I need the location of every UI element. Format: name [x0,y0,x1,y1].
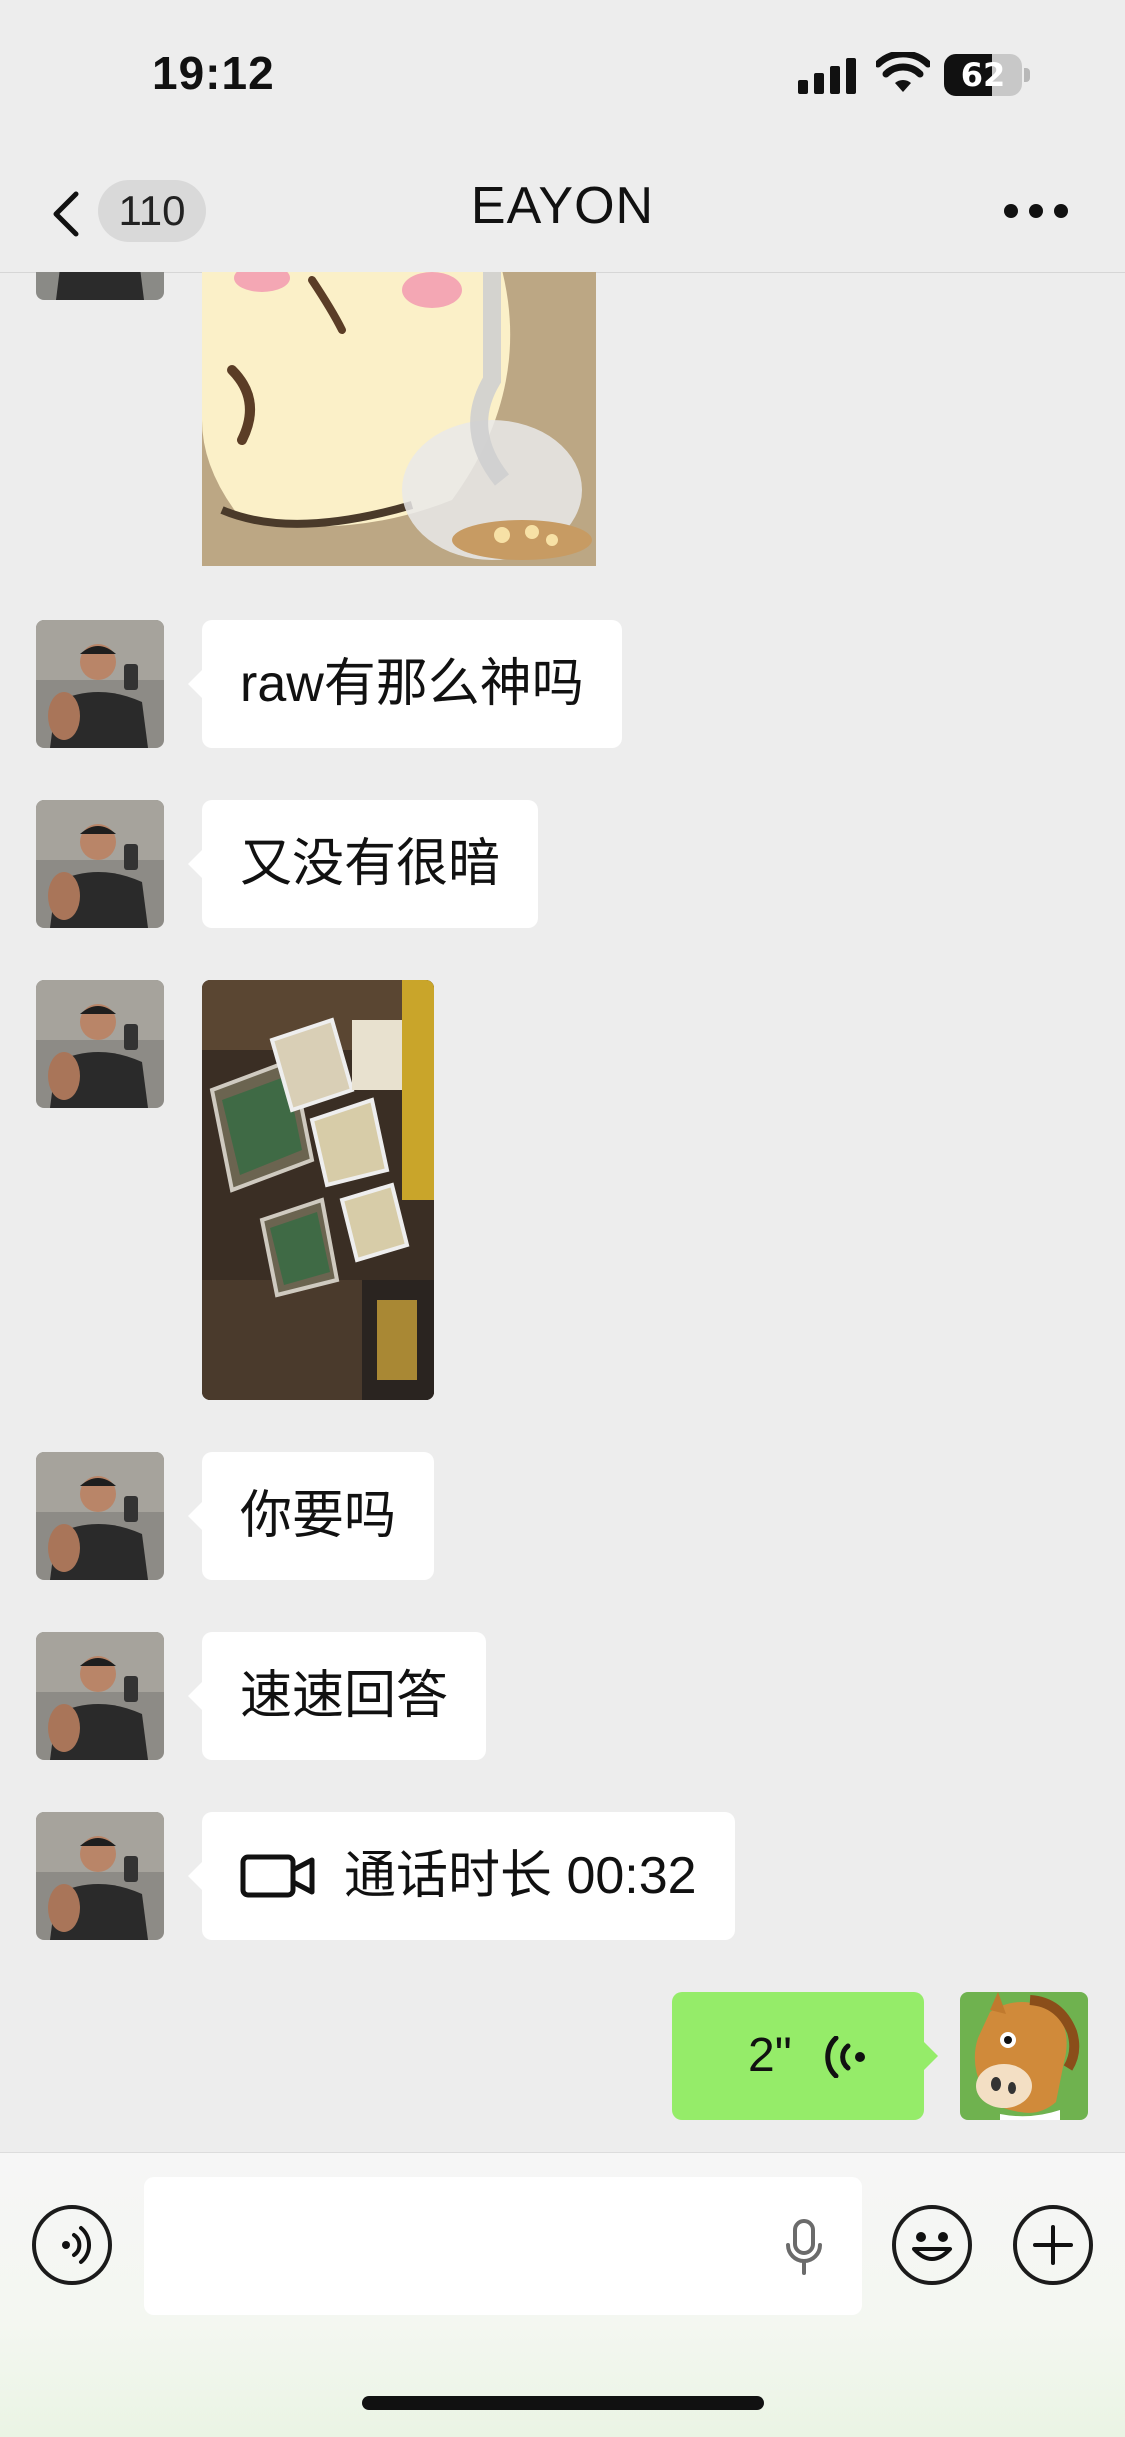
emoji-icon [912,2232,952,2261]
sticker-message[interactable] [202,272,596,566]
message-bubble[interactable]: 速速回答 [187,1632,487,1760]
voice-message-bubble[interactable]: 2" [672,1992,938,2120]
status-time: 19:12 [152,47,275,99]
status-bar: 19:12 62 [0,0,1125,150]
home-indicator [362,2396,764,2410]
contact-avatar[interactable] [36,272,164,300]
contact-avatar[interactable] [36,800,164,928]
more-options-button[interactable] [1000,188,1072,232]
more-functions-button[interactable] [1013,2205,1093,2285]
input-bar [0,2152,1125,2437]
message-bubble[interactable]: 又没有很暗 [187,800,539,928]
battery-percent: 62 [960,56,1006,94]
emoji-button[interactable] [892,2205,972,2285]
cellular-signal-icon [798,58,856,94]
message-bubble[interactable]: 你要吗 [187,1452,435,1580]
video-call-record[interactable]: 通话时长 00:32 [188,1812,735,1940]
voice-wave-icon [825,2036,865,2078]
voice-duration: 2" [748,2029,792,2082]
wifi-icon [876,52,930,92]
my-avatar[interactable] [960,1992,1088,2120]
video-camera-icon [240,1854,315,1898]
chat-title: EAYON [470,177,655,235]
more-dots-icon [1004,204,1018,218]
message-input[interactable] [144,2177,862,2315]
image-message[interactable] [202,980,434,1400]
message-list[interactable]: raw有那么神吗 又没有很暗 你要吗 速速回答 通话时长 00:32 2" [0,272,1125,2152]
contact-avatar[interactable] [36,1632,164,1760]
message-bubble[interactable]: raw有那么神吗 [188,620,622,748]
microphone-icon[interactable] [784,2219,824,2277]
chat-header: 110 EAYON [0,150,1125,273]
contact-avatar[interactable] [36,620,164,748]
voice-toggle-icon [62,2226,92,2264]
call-duration-text: 通话时长 00:32 [344,1847,697,1905]
contact-avatar[interactable] [36,980,164,1108]
contact-avatar[interactable] [36,1452,164,1580]
voice-toggle-button[interactable] [32,2205,112,2285]
contact-avatar[interactable] [36,1812,164,1940]
plus-icon [1033,2225,1073,2265]
battery-indicator: 62 [944,54,1030,96]
